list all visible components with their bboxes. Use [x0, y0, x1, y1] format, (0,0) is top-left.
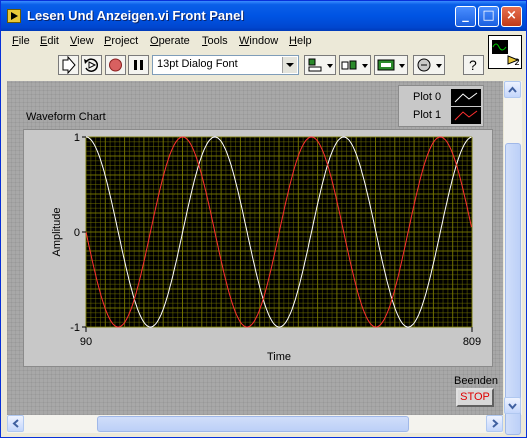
resize-objects-icon	[377, 59, 405, 71]
close-button[interactable]: ×	[501, 6, 522, 27]
run-button[interactable]	[58, 55, 79, 75]
legend-plot1-swatch[interactable]	[451, 107, 481, 124]
font-selector[interactable]: 13pt Dialog Font	[152, 55, 299, 75]
font-selector-value: 13pt Dialog Font	[157, 58, 238, 70]
scroll-up-button[interactable]	[504, 81, 521, 98]
vi-connector-icon[interactable]: 2	[488, 35, 522, 69]
stop-button[interactable]: STOP	[456, 388, 494, 407]
y-tick-label: 1	[74, 132, 80, 144]
chevron-right-icon	[492, 419, 499, 428]
chevron-down-icon	[508, 403, 517, 410]
abort-button[interactable]	[105, 55, 126, 75]
legend-plot0-label: Plot 0	[413, 91, 442, 103]
help-button[interactable]: ?	[463, 55, 484, 75]
run-arrow-icon	[62, 55, 76, 75]
horizontal-scrollbar[interactable]	[7, 415, 503, 433]
legend-plot0-swatch[interactable]	[451, 89, 481, 106]
y-tick-label: 0	[74, 227, 80, 239]
chart-svg: 1 0 -190 809 Amplitude Time	[51, 132, 481, 363]
x-tick-label: 90	[80, 336, 92, 348]
scroll-right-button[interactable]	[486, 415, 503, 432]
menu-view[interactable]: View	[70, 35, 94, 47]
run-continuously-icon	[84, 58, 99, 72]
svg-text:?: ?	[469, 57, 477, 73]
pause-icon	[134, 60, 143, 70]
chevron-left-icon	[12, 419, 19, 428]
chevron-down-icon[interactable]	[282, 57, 297, 73]
labview-app-icon	[7, 9, 21, 23]
abort-icon	[109, 58, 122, 72]
menu-file[interactable]: File	[12, 35, 30, 47]
scroll-left-button[interactable]	[7, 415, 24, 432]
labview-window: Lesen Und Anzeigen.vi Front Panel _ □ × …	[0, 0, 527, 438]
scroll-down-button[interactable]	[504, 397, 521, 414]
title-bar[interactable]: Lesen Und Anzeigen.vi Front Panel _ □ ×	[1, 1, 526, 31]
x-tick-label: 809	[463, 336, 481, 348]
toolbar: 13pt Dialog Font ?	[1, 53, 526, 77]
reorder-icon	[417, 58, 442, 72]
run-continuously-button[interactable]	[81, 55, 102, 75]
menu-window[interactable]: Window	[239, 35, 278, 47]
distribute-objects-icon	[341, 60, 368, 70]
maximize-button[interactable]: □	[478, 6, 499, 27]
vertical-scroll-thumb[interactable]	[505, 143, 521, 435]
align-objects-button[interactable]	[304, 55, 336, 75]
chart-label: Waveform Chart	[26, 111, 106, 123]
waveform-chart[interactable]: 1 0 -1 90 809 Amplitude Time	[23, 129, 493, 367]
minimize-icon: _	[462, 8, 469, 23]
vertical-scrollbar[interactable]	[504, 81, 522, 435]
menu-help[interactable]: Help	[289, 35, 312, 47]
chevron-up-icon	[508, 86, 517, 93]
horizontal-scroll-thumb[interactable]	[97, 416, 409, 432]
pause-button[interactable]	[128, 55, 149, 75]
legend-plot1-label: Plot 1	[413, 109, 442, 121]
reorder-button[interactable]	[413, 55, 445, 75]
menu-project[interactable]: Project	[104, 35, 138, 47]
vi-icon-label: 2	[514, 58, 520, 68]
plot-legend[interactable]: Plot 0 Plot 1	[398, 85, 484, 127]
y-tick-label: -1	[70, 322, 80, 334]
align-objects-icon	[308, 58, 333, 72]
minimize-button[interactable]: _	[455, 6, 476, 27]
x-axis-label: Time	[267, 351, 291, 363]
resize-objects-button[interactable]	[374, 55, 408, 75]
menu-tools[interactable]: Tools	[202, 35, 228, 47]
close-icon: ×	[506, 8, 517, 23]
help-icon: ?	[469, 57, 477, 73]
y-axis-label: Amplitude	[51, 208, 63, 257]
window-title: Lesen Und Anzeigen.vi Front Panel	[27, 8, 244, 23]
maximize-icon: □	[482, 8, 495, 23]
stop-button-label: Beenden	[454, 375, 499, 387]
menu-edit[interactable]: Edit	[40, 35, 59, 47]
distribute-objects-button[interactable]	[339, 55, 371, 75]
menu-operate[interactable]: Operate	[150, 35, 190, 47]
